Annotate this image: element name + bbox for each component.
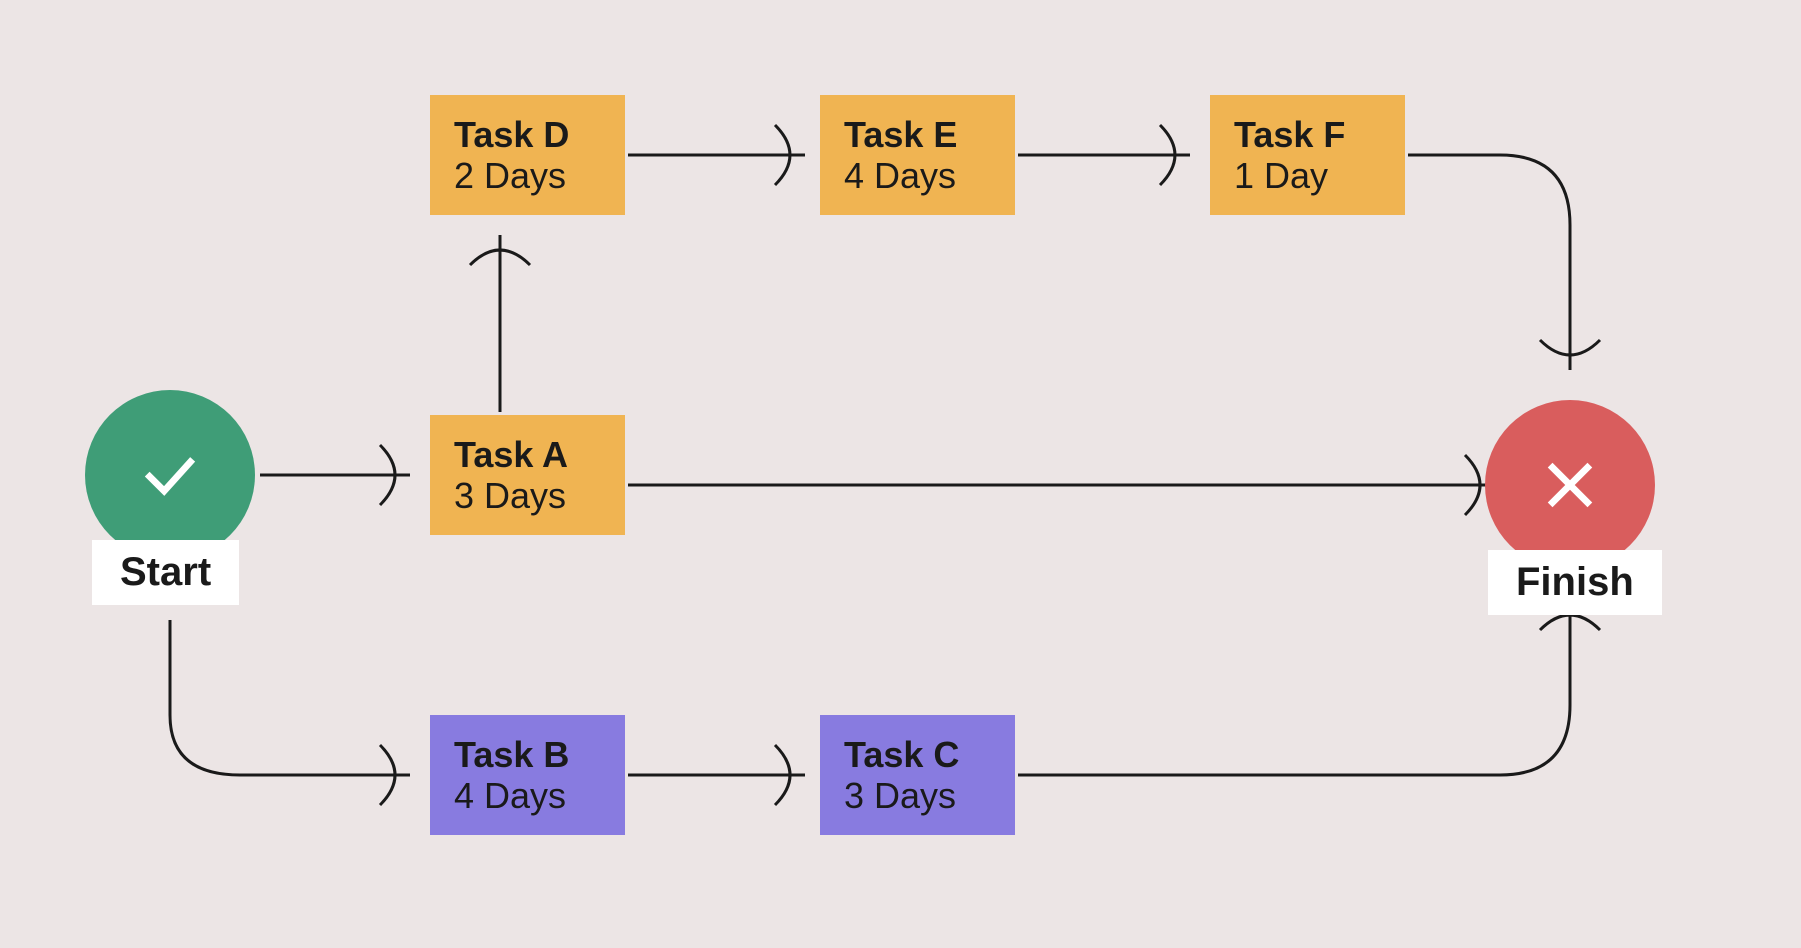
edge-start-to-A-head <box>380 445 395 505</box>
task-B: Task B 4 Days <box>430 715 625 835</box>
task-A: Task A 3 Days <box>430 415 625 535</box>
edge-F-to-finish <box>1408 155 1570 370</box>
edge-A-to-D-head <box>470 250 530 265</box>
edge-C-to-finish-head <box>1540 615 1600 630</box>
edge-B-to-C-head <box>775 745 790 805</box>
task-days: 3 Days <box>844 775 1015 816</box>
edge-C-to-finish <box>1018 600 1570 775</box>
task-F: Task F 1 Day <box>1210 95 1405 215</box>
task-C: Task C 3 Days <box>820 715 1015 835</box>
edge-start-to-B-head <box>380 745 395 805</box>
finish-node <box>1485 400 1655 570</box>
task-E: Task E 4 Days <box>820 95 1015 215</box>
task-days: 2 Days <box>454 155 625 196</box>
x-icon <box>1535 450 1605 520</box>
check-icon <box>135 440 205 510</box>
task-D: Task D 2 Days <box>430 95 625 215</box>
task-title: Task B <box>454 734 625 775</box>
task-days: 4 Days <box>454 775 625 816</box>
task-days: 4 Days <box>844 155 1015 196</box>
network-diagram: Start Finish Task A 3 Days Task D 2 Days… <box>0 0 1801 948</box>
edge-A-to-finish-head <box>1465 455 1480 515</box>
edge-F-to-finish-head <box>1540 340 1600 355</box>
task-title: Task F <box>1234 114 1405 155</box>
start-label: Start <box>92 540 239 605</box>
finish-label: Finish <box>1488 550 1662 615</box>
task-title: Task A <box>454 434 625 475</box>
task-title: Task D <box>454 114 625 155</box>
edge-D-to-E-head <box>775 125 790 185</box>
task-title: Task C <box>844 734 1015 775</box>
edge-E-to-F-head <box>1160 125 1175 185</box>
edge-start-to-B <box>170 620 410 775</box>
task-days: 3 Days <box>454 475 625 516</box>
task-days: 1 Day <box>1234 155 1405 196</box>
task-title: Task E <box>844 114 1015 155</box>
start-node <box>85 390 255 560</box>
